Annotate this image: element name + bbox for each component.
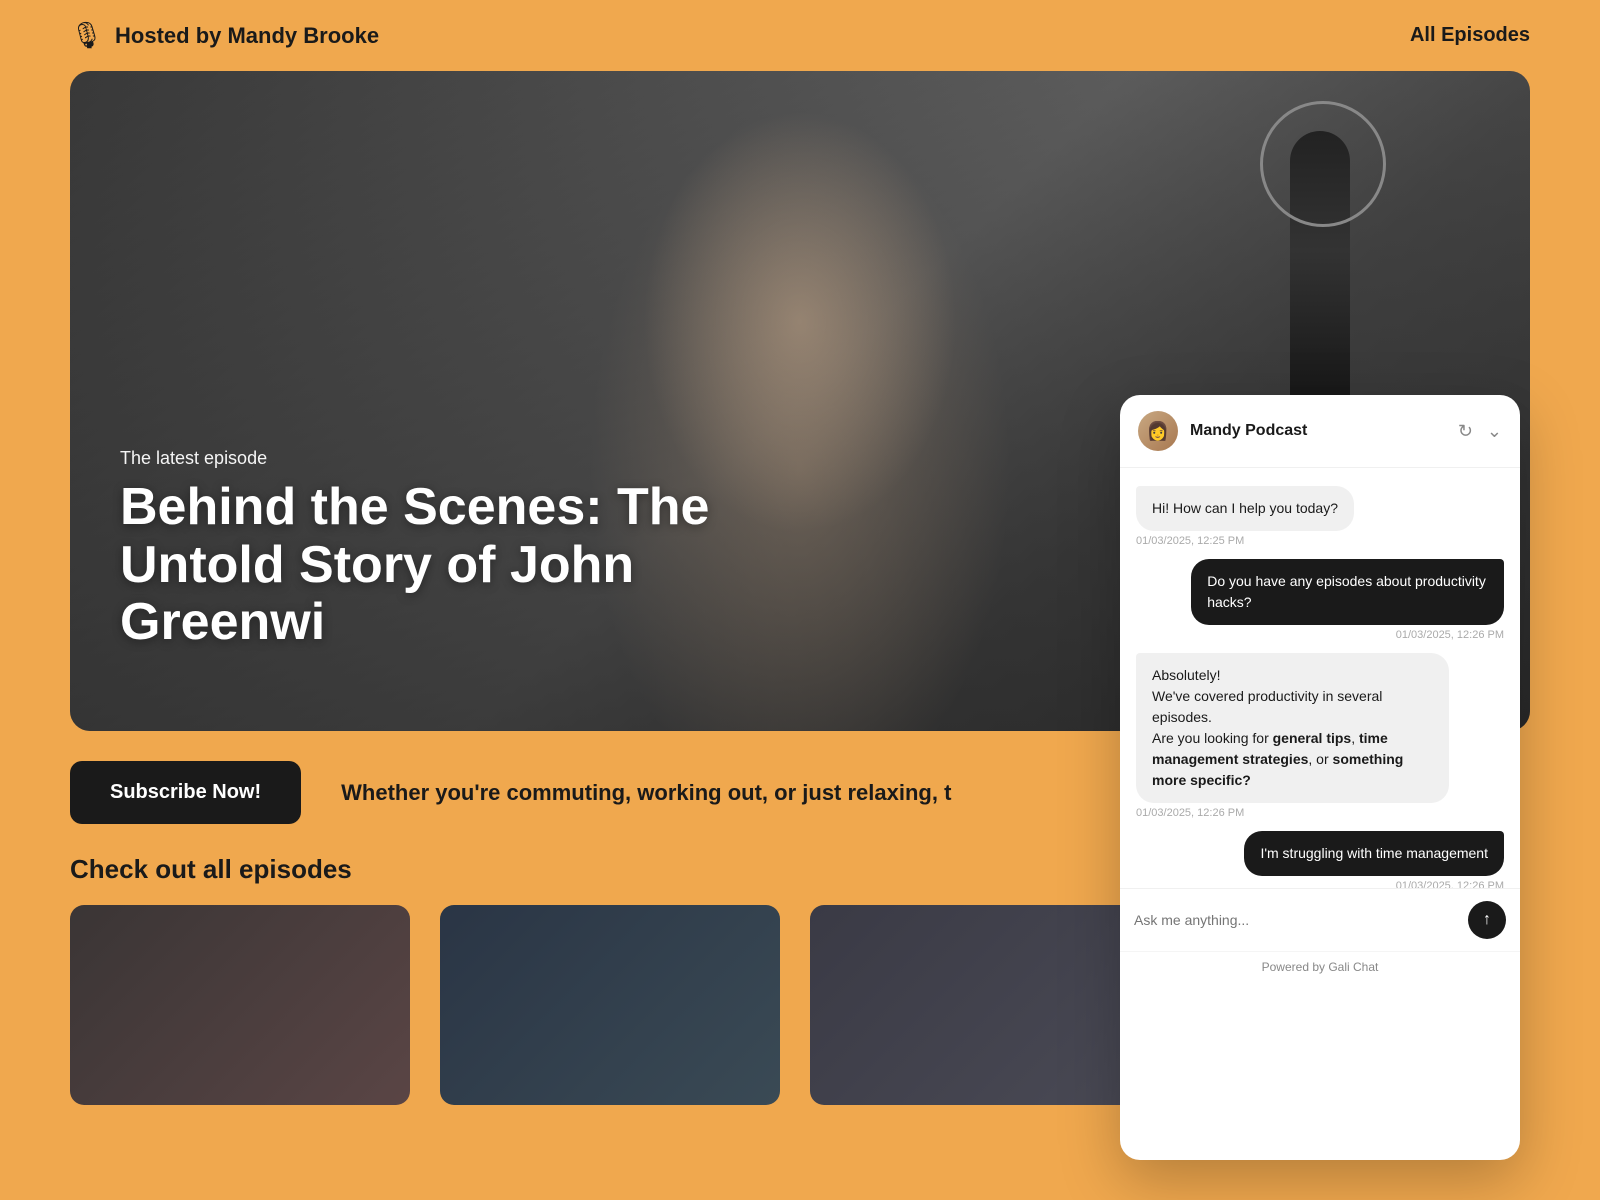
bubble-user-2: I'm struggling with time management xyxy=(1244,831,1504,876)
bubble-bot-1: Hi! How can I help you today? xyxy=(1136,486,1354,531)
chat-name: Mandy Podcast xyxy=(1190,422,1458,440)
microphone-icon: 🎙 xyxy=(70,20,103,51)
tagline-text: Whether you're commuting, working out, o… xyxy=(341,780,951,806)
message-bot-2: Absolutely! We've covered productivity i… xyxy=(1136,653,1504,819)
host-label: Hosted by Mandy Brooke xyxy=(115,23,379,49)
site-header: 🎙 Hosted by Mandy Brooke All Episodes xyxy=(0,0,1600,71)
chat-footer: Powered by Gali Chat xyxy=(1120,951,1520,982)
message-user-2: I'm struggling with time management 01/0… xyxy=(1136,831,1504,888)
chat-avatar: 👩 xyxy=(1138,411,1178,451)
powered-by-label: Powered by xyxy=(1262,960,1325,974)
bubble-bot-2: Absolutely! We've covered productivity i… xyxy=(1136,653,1449,803)
message-bot-1: Hi! How can I help you today? 01/03/2025… xyxy=(1136,486,1504,547)
chat-header: 👩 Mandy Podcast ↻ ⌄ xyxy=(1120,395,1520,468)
chat-refresh-button[interactable]: ↻ xyxy=(1458,421,1473,442)
chat-messages: Hi! How can I help you today? 01/03/2025… xyxy=(1120,468,1520,888)
message-user-1: Do you have any episodes about productiv… xyxy=(1136,559,1504,641)
msg-time-1: 01/03/2025, 12:25 PM xyxy=(1136,535,1244,547)
chat-input-area: ↑ xyxy=(1120,888,1520,951)
chat-input[interactable] xyxy=(1134,912,1458,928)
subscribe-button[interactable]: Subscribe Now! xyxy=(70,761,301,824)
chat-send-button[interactable]: ↑ xyxy=(1468,901,1506,939)
all-episodes-link[interactable]: All Episodes xyxy=(1410,24,1530,47)
hero-subtitle: The latest episode xyxy=(120,448,820,469)
hero-text-overlay: The latest episode Behind the Scenes: Th… xyxy=(120,448,820,651)
powered-by-brand: Gali Chat xyxy=(1328,960,1378,974)
episode-card-3[interactable] xyxy=(810,905,1150,1105)
hero-title: Behind the Scenes: The Untold Story of J… xyxy=(120,479,820,651)
msg-time-2: 01/03/2025, 12:26 PM xyxy=(1396,629,1504,641)
msg-time-3: 01/03/2025, 12:26 PM xyxy=(1136,807,1244,819)
chat-widget: 👩 Mandy Podcast ↻ ⌄ Hi! How can I help y… xyxy=(1120,395,1520,1160)
header-left: 🎙 Hosted by Mandy Brooke xyxy=(70,20,379,51)
episode-card-2[interactable] xyxy=(440,905,780,1105)
episode-card-1[interactable] xyxy=(70,905,410,1105)
studio-mic-shape xyxy=(1290,131,1350,431)
msg-time-4: 01/03/2025, 12:26 PM xyxy=(1396,880,1504,888)
bubble-user-1: Do you have any episodes about productiv… xyxy=(1191,559,1504,625)
chat-header-actions: ↻ ⌄ xyxy=(1458,421,1502,442)
chat-collapse-button[interactable]: ⌄ xyxy=(1487,421,1502,442)
